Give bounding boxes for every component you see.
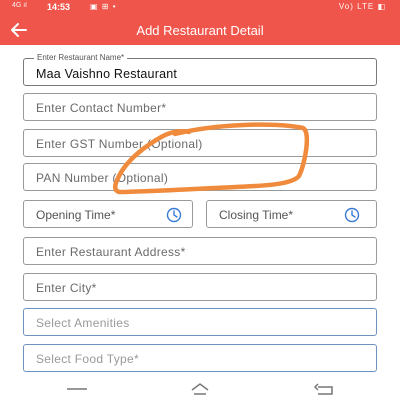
clock-icon[interactable]: [344, 207, 360, 223]
restaurant-name-field[interactable]: Enter Restaurant Name* Maa Vaishno Resta…: [23, 53, 377, 86]
recents-icon[interactable]: [65, 381, 89, 395]
opening-time-label: Opening Time*: [36, 208, 116, 222]
status-bar: 4G ıl 14:53 ▣ ⊞ • Vo) LTE ◧: [0, 0, 400, 15]
pan-number-placeholder: PAN Number (Optional): [36, 171, 169, 185]
page-title: Add Restaurant Detail: [136, 23, 264, 38]
amenities-select[interactable]: Select Amenities: [23, 308, 377, 336]
gst-number-placeholder: Enter GST Number (Optional): [36, 137, 203, 151]
closing-time-field[interactable]: Closing Time*: [206, 200, 377, 228]
restaurant-address-placeholder: Enter Restaurant Address*: [36, 245, 186, 259]
restaurant-name-value: Maa Vaishno Restaurant: [36, 67, 178, 81]
app-bar: 4G ıl 14:53 ▣ ⊞ • Vo) LTE ◧ Add Restaura…: [0, 0, 400, 45]
amenities-placeholder: Select Amenities: [36, 316, 130, 330]
opening-time-field[interactable]: Opening Time*: [23, 200, 193, 228]
contact-number-placeholder: Enter Contact Number*: [36, 101, 167, 115]
city-placeholder: Enter City*: [36, 281, 97, 295]
clock-icon[interactable]: [166, 207, 182, 223]
notification-icons: ▣ ⊞ •: [90, 2, 117, 11]
closing-time-label: Closing Time*: [219, 208, 294, 222]
gst-number-field[interactable]: Enter GST Number (Optional): [23, 129, 377, 157]
food-type-select[interactable]: Select Food Type*: [23, 344, 377, 372]
restaurant-address-field[interactable]: Enter Restaurant Address*: [23, 237, 377, 265]
home-icon[interactable]: [188, 381, 212, 395]
pan-number-field[interactable]: PAN Number (Optional): [23, 163, 377, 191]
system-nav-bar: [0, 377, 400, 400]
signal-indicator: 4G ıl: [12, 2, 27, 9]
food-type-placeholder: Select Food Type*: [36, 352, 139, 366]
restaurant-name-label: Enter Restaurant Name*: [34, 53, 128, 62]
city-field[interactable]: Enter City*: [23, 273, 377, 301]
status-time: 14:53: [47, 2, 71, 12]
contact-number-field[interactable]: Enter Contact Number*: [23, 93, 377, 121]
network-indicators: Vo) LTE ◧: [338, 2, 386, 11]
back-icon[interactable]: [312, 381, 336, 395]
